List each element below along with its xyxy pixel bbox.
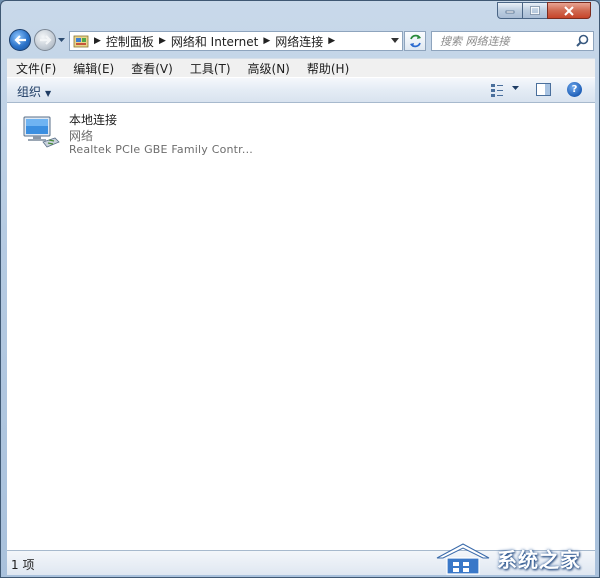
menu-tools[interactable]: 工具(T)	[181, 60, 239, 77]
network-adapter-icon	[23, 116, 60, 148]
menu-file[interactable]: 文件(F)	[7, 60, 64, 77]
navigation-bar: ▶ 控制面板 ▶ 网络和 Internet ▶ 网络连接 ▶	[1, 26, 599, 56]
refresh-button[interactable]	[404, 31, 426, 51]
watermark-text: 系统之家	[497, 548, 581, 572]
menu-view[interactable]: 查看(V)	[122, 60, 181, 77]
refresh-icon	[410, 34, 421, 48]
back-button[interactable]	[9, 29, 31, 51]
breadcrumb-separator-icon[interactable]: ▶	[328, 36, 335, 46]
view-options-dropdown-icon[interactable]	[512, 86, 519, 91]
search-box	[431, 31, 594, 51]
address-bar[interactable]: ▶ 控制面板 ▶ 网络和 Internet ▶ 网络连接 ▶	[69, 31, 403, 51]
breadcrumb-separator-icon[interactable]: ▶	[263, 36, 270, 46]
menu-bar: 文件(F) 编辑(E) 查看(V) 工具(T) 高级(N) 帮助(H)	[7, 58, 595, 78]
chevron-down-icon: ▼	[45, 89, 52, 98]
recent-pages-dropdown-icon[interactable]	[58, 38, 65, 43]
connection-item-local[interactable]: 本地连接 网络 Realtek PCIe GBE Family Contr...	[21, 109, 301, 159]
breadcrumb-network-and-internet[interactable]: 网络和 Internet	[171, 33, 258, 50]
command-bar: 组织 ▼ ?	[7, 77, 595, 103]
connection-status: 网络	[69, 129, 94, 143]
preview-pane-icon[interactable]	[536, 83, 551, 96]
menu-advanced[interactable]: 高级(N)	[239, 60, 298, 77]
organize-button[interactable]: 组织 ▼	[17, 83, 51, 100]
breadcrumb-separator-icon[interactable]: ▶	[94, 36, 101, 46]
arrow-left-icon	[14, 35, 26, 45]
address-history-dropdown-icon[interactable]	[391, 38, 399, 43]
help-button[interactable]: ?	[567, 82, 582, 97]
watermark: 系统之家	[433, 536, 599, 577]
menu-help[interactable]: 帮助(H)	[298, 60, 357, 77]
control-panel-icon	[73, 35, 89, 48]
search-input[interactable]	[438, 32, 572, 51]
minimize-button[interactable]	[497, 2, 523, 19]
connection-name: 本地连接	[69, 113, 118, 127]
caption-buttons	[497, 2, 591, 19]
breadcrumb-separator-icon[interactable]: ▶	[159, 36, 166, 46]
breadcrumb-control-panel[interactable]: 控制面板	[106, 33, 154, 50]
maximize-icon	[530, 6, 540, 15]
breadcrumb-network-connections[interactable]: 网络连接	[275, 33, 323, 50]
file-list: 本地连接 网络 Realtek PCIe GBE Family Contr...	[7, 103, 595, 550]
menu-edit[interactable]: 编辑(E)	[64, 60, 122, 77]
change-view-icon[interactable]	[490, 83, 504, 97]
forward-button[interactable]	[34, 29, 56, 51]
arrow-right-icon	[40, 35, 52, 45]
connection-device: Realtek PCIe GBE Family Contr...	[69, 143, 253, 156]
close-button[interactable]	[547, 2, 591, 19]
minimize-icon	[505, 10, 515, 13]
explorer-window: ▶ 控制面板 ▶ 网络和 Internet ▶ 网络连接 ▶ 搜索 网络连接 文…	[0, 0, 600, 578]
search-icon[interactable]	[576, 34, 589, 47]
maximize-button[interactable]	[522, 2, 548, 19]
organize-label: 组织	[17, 85, 42, 99]
item-count: 1 项	[11, 558, 35, 572]
watermark-logo-icon	[436, 543, 490, 575]
close-icon	[564, 5, 574, 16]
